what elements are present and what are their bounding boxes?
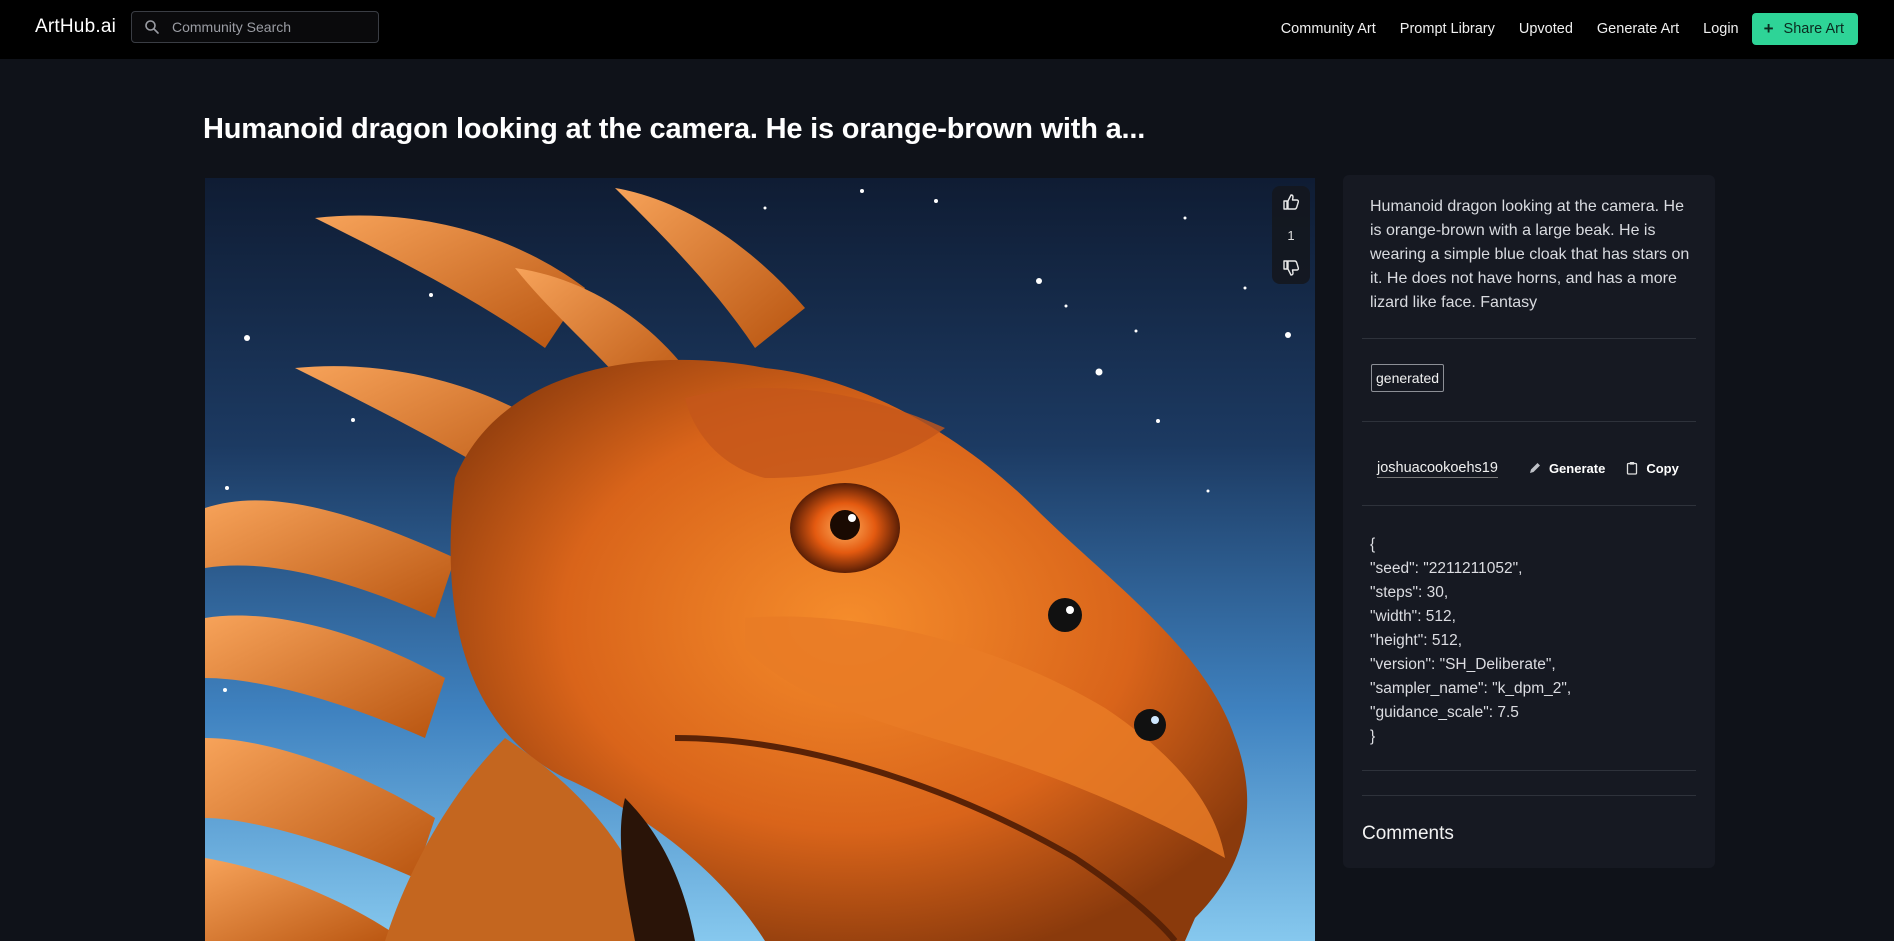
page-title: Humanoid dragon looking at the camera. H…: [203, 113, 1146, 145]
nav-community-art[interactable]: Community Art: [1281, 21, 1376, 37]
dragon-artwork: [205, 178, 1315, 941]
vote-widget: 1: [1272, 186, 1310, 284]
tag-generated[interactable]: generated: [1371, 364, 1445, 392]
generate-label: Generate: [1548, 460, 1606, 476]
share-art-button[interactable]: + Share Art: [1751, 13, 1858, 45]
vote-count: 1: [1287, 227, 1295, 243]
copy-button[interactable]: Copy: [1625, 461, 1679, 476]
divider: [1362, 338, 1696, 339]
details-panel: Humanoid dragon looking at the camera. H…: [1343, 175, 1715, 868]
nav-upvoted[interactable]: Upvoted: [1519, 21, 1573, 37]
artwork-image[interactable]: [205, 178, 1315, 941]
nav-links: Community Art Prompt Library Upvoted Gen…: [1257, 13, 1858, 45]
logo[interactable]: ArtHub.ai: [35, 16, 116, 38]
nav-prompt-library[interactable]: Prompt Library: [1400, 21, 1495, 37]
top-nav: ArtHub.ai Community Art Prompt Library U…: [0, 0, 1894, 59]
search-box[interactable]: [131, 11, 379, 43]
author-row: joshuacookoehs19 Generate Copy: [1362, 453, 1696, 483]
nav-login[interactable]: Login: [1703, 21, 1738, 37]
pencil-icon: [1529, 463, 1540, 473]
search-input[interactable]: [170, 18, 364, 36]
clipboard-icon: [1627, 462, 1638, 475]
author-username[interactable]: joshuacookoehs19: [1377, 459, 1498, 478]
nav-generate-art[interactable]: Generate Art: [1597, 21, 1679, 37]
thumbs-up-icon[interactable]: [1281, 192, 1301, 212]
divider: [1362, 770, 1696, 771]
thumbs-down-icon[interactable]: [1281, 258, 1301, 278]
plus-icon: +: [1763, 19, 1774, 38]
comments-heading: Comments: [1362, 823, 1454, 844]
share-art-label: Share Art: [1783, 21, 1844, 37]
divider: [1362, 421, 1696, 422]
divider: [1362, 795, 1696, 796]
generation-params: { "seed": "2211211052", "steps": 30, "wi…: [1370, 536, 1572, 745]
prompt-text: Humanoid dragon looking at the camera. H…: [1370, 198, 1690, 311]
divider: [1362, 505, 1696, 506]
search-icon: [145, 20, 159, 34]
generate-button[interactable]: Generate: [1528, 461, 1605, 476]
copy-label: Copy: [1646, 460, 1679, 476]
